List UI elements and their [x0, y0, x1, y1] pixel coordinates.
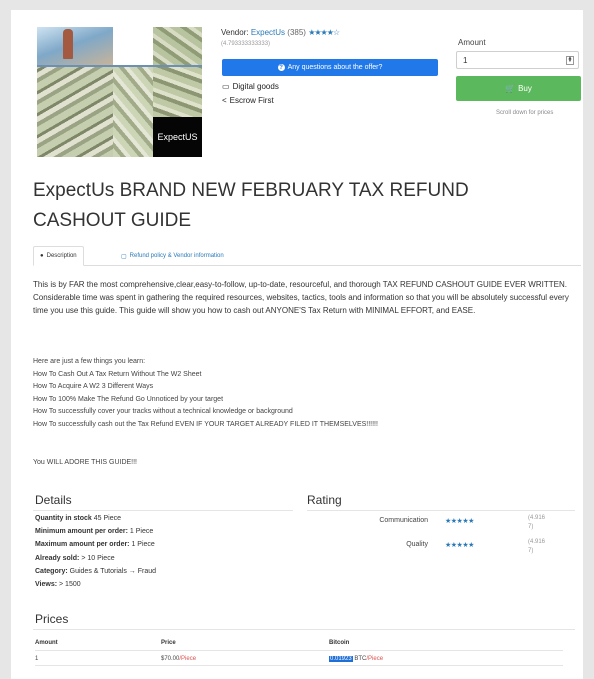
list-item: How To Cash Out A Tax Return Without The…: [33, 370, 202, 378]
tab-label: Description: [46, 253, 77, 259]
details-heading: Details: [35, 493, 72, 507]
rating-stars-quality: ★★★★★: [445, 542, 474, 549]
description-text: This is by FAR the most comprehensive,cl…: [33, 280, 569, 315]
questions-button-label: Any questions about the offer?: [287, 64, 383, 71]
price-row-price: $70.00/Piece: [161, 656, 196, 662]
image-brand-tile: ExpectUS: [153, 117, 202, 157]
dot-icon: ●: [40, 253, 44, 259]
detail-row: Category: Guides & Tutorials → Fraud: [35, 568, 156, 575]
btc-value[interactable]: 0.01923: [329, 656, 353, 662]
feature-label: Escrow First: [229, 96, 274, 105]
rating-divider: [307, 510, 575, 511]
rating-value-quality: (4.916 7): [528, 539, 546, 554]
tab-description[interactable]: ● Description: [33, 246, 84, 266]
detail-row: Views: > 1500: [35, 581, 81, 588]
vendor-stars: ★★★★☆: [308, 28, 340, 37]
quantity-value: 1: [463, 55, 468, 65]
detail-row: Already sold: > 10 Piece: [35, 555, 115, 562]
image-tile-blank: [113, 27, 153, 67]
closing-text: You WILL ADORE THIS GUIDE!!!: [33, 459, 137, 466]
image-tile-photo: [37, 27, 113, 67]
detail-value: 1 Piece: [131, 541, 155, 548]
vendor-label: Vendor:: [221, 28, 249, 37]
image-divider: [37, 65, 202, 67]
detail-row: Minimum amount per order: 1 Piece: [35, 528, 153, 535]
detail-label: Views:: [35, 581, 58, 588]
person-figure: [63, 29, 73, 59]
list-item: How To successfully cover your tracks wi…: [33, 408, 293, 415]
buy-button-label: Buy: [518, 84, 532, 93]
page-title: ExpectUs BRAND NEW FEBRUARY TAX REFUND C…: [33, 180, 469, 231]
share-icon: <: [222, 96, 227, 105]
detail-row: Quantity in stock 45 Piece: [35, 515, 121, 522]
rating-value-communication: (4.916 7): [528, 515, 546, 530]
detail-value: > 1500: [59, 581, 81, 588]
prices-heading: Prices: [35, 612, 69, 626]
rating-stars-communication: ★★★★★: [445, 518, 474, 525]
details-divider: [33, 510, 293, 511]
amount-label: Amount: [458, 38, 486, 47]
list-item: How To Acquire A W2 3 Different Ways: [33, 383, 154, 390]
price-row-bitcoin: 0.01923 BTC/Piece: [329, 656, 383, 662]
image-tile-money: [37, 67, 113, 157]
table-header-divider: [35, 650, 563, 651]
vendor-line: Vendor: ExpectUs (385) ★★★★☆: [221, 28, 340, 37]
vendor-rating-value: (4.793333333333): [221, 41, 271, 47]
vendor-review-count: (385): [287, 28, 306, 37]
list-item: Here are just a few things you learn:: [33, 358, 146, 365]
buy-button[interactable]: 🛒 Buy: [456, 76, 581, 101]
detail-value: 45 Piece: [93, 515, 121, 522]
monitor-icon: ▭: [222, 82, 230, 91]
cart-icon: 🛒: [505, 84, 516, 93]
offer-page: ExpectUS Vendor: ExpectUs (385) ★★★★☆ (4…: [11, 10, 583, 679]
rating-label-communication: Communication: [379, 517, 428, 524]
image-tile-money: [153, 67, 202, 117]
detail-value: > 10 Piece: [81, 555, 115, 562]
info-icon: ?: [277, 64, 285, 71]
feature-escrow: < Escrow First: [222, 96, 274, 105]
table-row-divider: [35, 665, 563, 666]
detail-label: Maximum amount per order:: [35, 541, 130, 548]
quantity-stepper[interactable]: ▲ ▼: [566, 56, 574, 65]
price-unit: /Piece: [179, 656, 197, 662]
rating-label-quality: Quality: [406, 541, 428, 548]
price-row-amount: 1: [35, 656, 39, 662]
feature-label: Digital goods: [232, 82, 279, 91]
scroll-note: Scroll down for prices: [496, 110, 554, 116]
detail-label: Quantity in stock: [35, 515, 92, 522]
btc-piece-unit: /Piece: [366, 656, 384, 662]
list-item: How To 100% Make The Refund Go Unnoticed…: [33, 395, 224, 403]
column-header-amount: Amount: [35, 640, 58, 646]
detail-value: Guides & Tutorials → Fraud: [69, 568, 157, 575]
detail-value: 1 Piece: [129, 528, 154, 535]
quantity-input[interactable]: 1 ▲ ▼: [456, 51, 579, 69]
detail-label: Category:: [35, 568, 68, 575]
calendar-icon: ▢: [121, 253, 127, 260]
column-header-bitcoin: Bitcoin: [329, 640, 350, 646]
column-header-price: Price: [161, 640, 176, 646]
learn-list: Here are just a few things you learn: Ho…: [33, 356, 575, 431]
detail-row: Maximum amount per order: 1 Piece: [35, 541, 155, 548]
tab-label: Refund policy & Vendor information: [129, 253, 224, 259]
questions-button[interactable]: ? Any questions about the offer?: [222, 59, 438, 76]
tab-bar: ● Description ▢ Refund policy & Vendor i…: [33, 246, 581, 266]
detail-label: Already sold:: [35, 555, 80, 562]
vendor-name-link[interactable]: ExpectUs: [251, 28, 285, 37]
price-value: $70.00: [161, 656, 180, 662]
list-item: How To successfully cash out the Tax Ref…: [33, 420, 378, 428]
prices-divider: [33, 629, 575, 630]
btc-unit: BTC: [354, 656, 367, 662]
tab-refund-policy[interactable]: ▢ Refund policy & Vendor information: [115, 246, 230, 266]
image-tile-money: [113, 67, 153, 157]
detail-label: Minimum amount per order:: [35, 528, 128, 535]
rating-heading: Rating: [307, 493, 342, 507]
product-image[interactable]: ExpectUS: [37, 27, 202, 157]
feature-digital-goods: ▭ Digital goods: [222, 82, 279, 91]
image-tile-money: [153, 27, 202, 67]
